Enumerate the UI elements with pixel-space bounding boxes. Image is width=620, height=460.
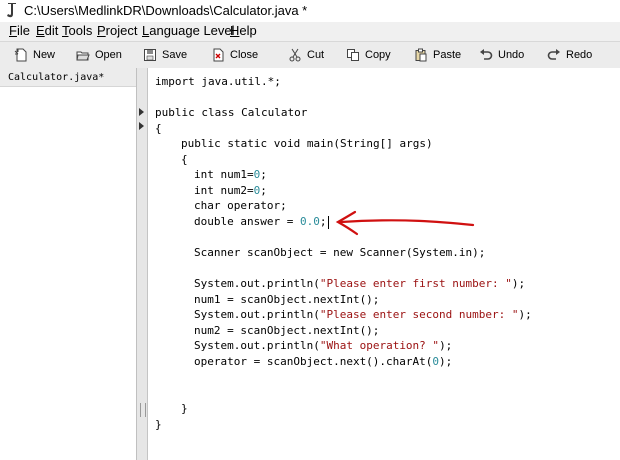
undo-button-label: Undo bbox=[498, 49, 525, 61]
text-caret bbox=[328, 215, 330, 229]
copy-icon bbox=[347, 49, 359, 61]
menu-bar: File Edit Tools Project Language Level H… bbox=[0, 22, 620, 41]
expand-arrow-icon[interactable] bbox=[139, 108, 144, 116]
open-button[interactable]: Open bbox=[76, 46, 122, 64]
code-line: System.out.println("Please enter first n… bbox=[194, 277, 526, 290]
code-line: { bbox=[155, 122, 162, 135]
open-file-item[interactable]: Calculator.java* bbox=[0, 68, 136, 87]
collapse-arrow-icon[interactable] bbox=[139, 122, 144, 130]
code-line: Scanner scanObject = new Scanner(System.… bbox=[194, 246, 486, 259]
close-file-icon bbox=[213, 48, 224, 62]
close-button-label: Close bbox=[230, 49, 259, 61]
menu-project[interactable]: Project bbox=[97, 23, 137, 38]
paste-button[interactable]: Paste bbox=[414, 46, 461, 64]
code-line: } bbox=[155, 418, 162, 431]
save-button[interactable]: Save bbox=[143, 46, 187, 64]
code-line: import java.util.*; bbox=[155, 75, 281, 88]
code-line: int num1=0; bbox=[194, 168, 267, 181]
menu-language-level[interactable]: Language Level bbox=[142, 23, 235, 38]
code-line: System.out.println("What operation? "); bbox=[194, 339, 453, 352]
code-line: public static void main(String[] args) bbox=[181, 137, 433, 150]
paste-clipboard-icon bbox=[415, 48, 427, 62]
code-line: num1 = scanObject.nextInt(); bbox=[194, 293, 380, 306]
panel-splitter[interactable] bbox=[137, 68, 148, 460]
menu-file[interactable]: File bbox=[9, 23, 30, 38]
paste-button-label: Paste bbox=[433, 49, 462, 61]
new-button-label: New bbox=[33, 49, 56, 61]
window-title: C:\Users\MedlinkDR\Downloads\Calculator.… bbox=[24, 3, 308, 18]
annotation-arrow-icon bbox=[335, 210, 475, 236]
open-file-name: Calculator.java* bbox=[8, 72, 105, 83]
undo-button[interactable]: Undo bbox=[479, 46, 524, 64]
open-folder-icon bbox=[76, 51, 90, 61]
code-line: num2 = scanObject.nextInt(); bbox=[194, 324, 380, 337]
toolbar: New Open Save Close Cut Copy Paste Undo … bbox=[0, 41, 620, 69]
copy-button-label: Copy bbox=[365, 49, 391, 61]
menu-edit[interactable]: Edit bbox=[36, 23, 58, 38]
scissors-icon bbox=[289, 48, 301, 62]
redo-button-label: Redo bbox=[566, 49, 593, 61]
code-editor[interactable]: import java.util.*; public class Calcula… bbox=[148, 68, 620, 460]
redo-button[interactable]: Redo bbox=[547, 46, 592, 64]
cut-button-label: Cut bbox=[307, 49, 325, 61]
cut-button[interactable]: Cut bbox=[288, 46, 324, 64]
new-button[interactable]: New bbox=[14, 46, 55, 64]
copy-button[interactable]: Copy bbox=[346, 46, 391, 64]
close-button[interactable]: Close bbox=[211, 46, 258, 64]
code-line: double answer = 0.0; bbox=[194, 214, 330, 229]
code-line: int num2=0; bbox=[194, 184, 267, 197]
code-line: { bbox=[181, 153, 188, 166]
redo-icon bbox=[547, 49, 560, 60]
code-line: operator = scanObject.next().charAt(0); bbox=[194, 355, 453, 368]
code-line: System.out.println("Please enter second … bbox=[194, 308, 532, 321]
code-line: } bbox=[181, 402, 188, 415]
save-button-label: Save bbox=[162, 49, 188, 61]
drjava-app-icon bbox=[7, 3, 16, 18]
open-button-label: Open bbox=[95, 49, 122, 61]
title-bar: C:\Users\MedlinkDR\Downloads\Calculator.… bbox=[0, 0, 620, 22]
undo-icon bbox=[480, 49, 493, 60]
splitter-grip-icon[interactable] bbox=[140, 403, 146, 417]
save-disk-icon bbox=[144, 49, 156, 61]
code-line: char operator; bbox=[194, 199, 287, 212]
code-line: public class Calculator bbox=[155, 106, 308, 119]
documents-panel: Calculator.java* bbox=[0, 68, 137, 460]
menu-help[interactable]: Help bbox=[230, 23, 257, 38]
new-file-icon bbox=[14, 48, 27, 62]
menu-tools[interactable]: Tools bbox=[62, 23, 92, 38]
